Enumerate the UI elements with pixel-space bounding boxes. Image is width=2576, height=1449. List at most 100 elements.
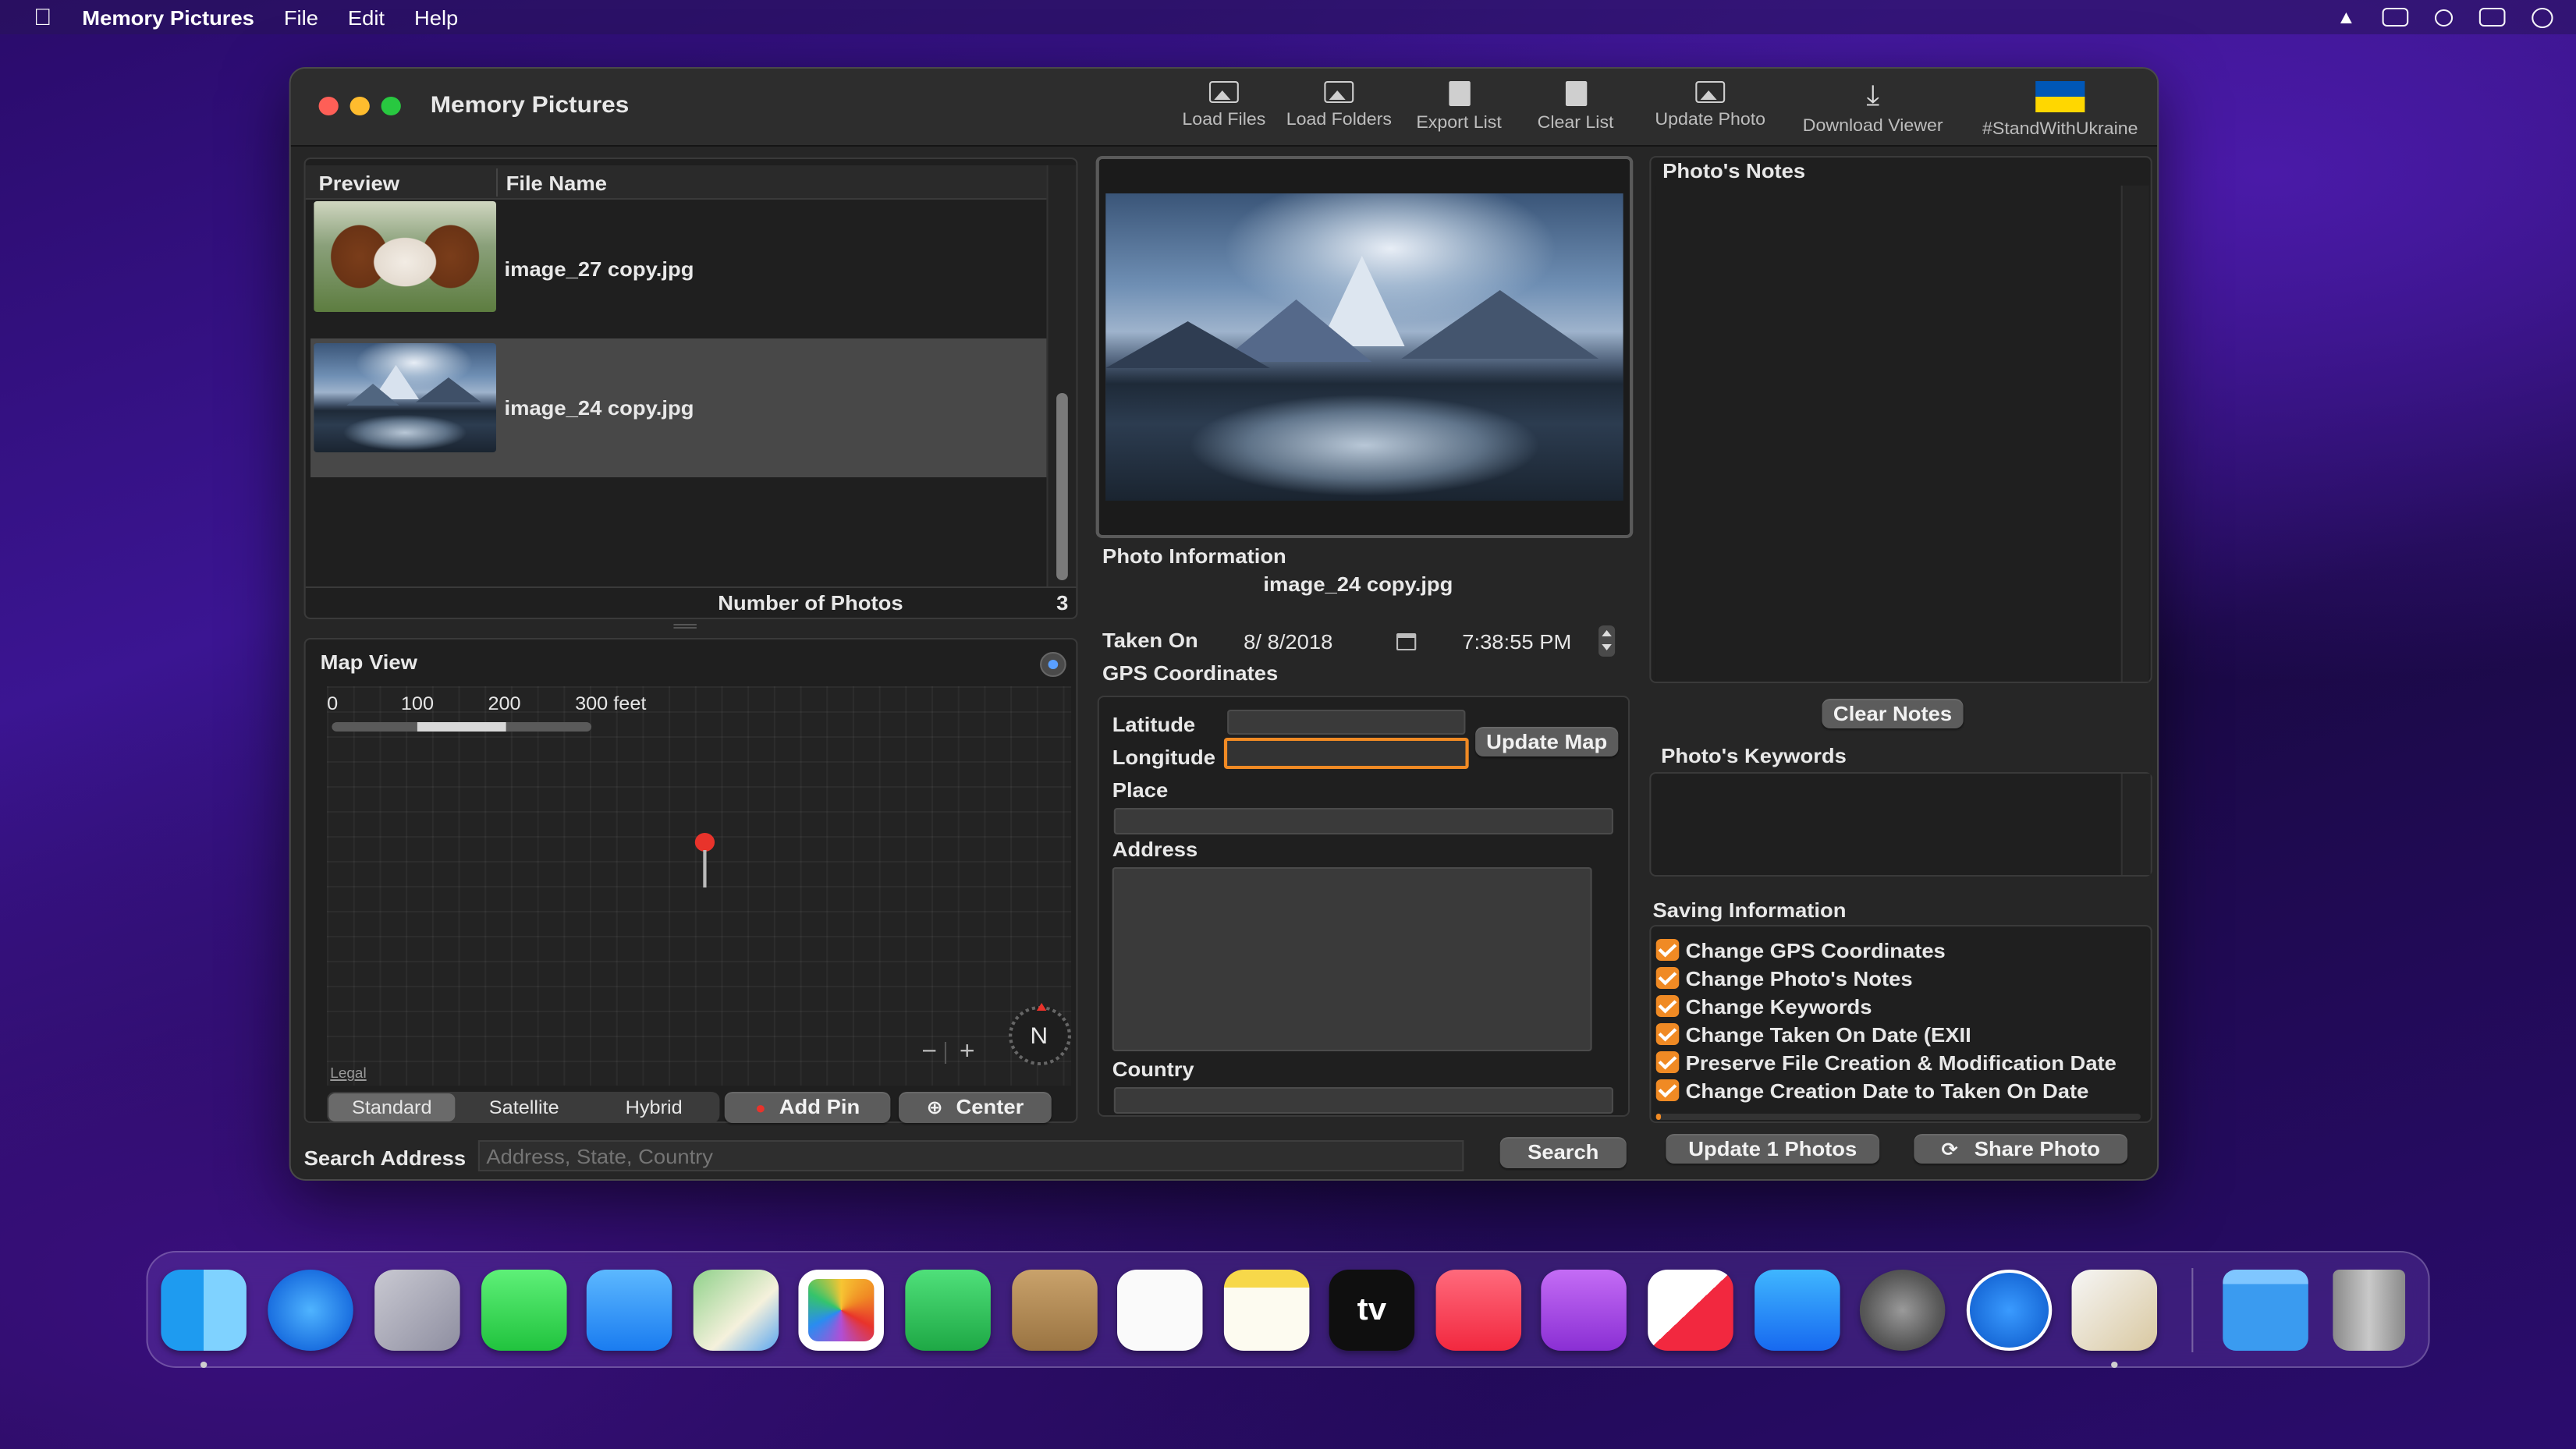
export-list-button[interactable]: Export List <box>1408 81 1510 133</box>
taken-on-time-field[interactable]: 7:38:55 PM <box>1462 630 1571 654</box>
map-mode-standard[interactable]: Standard <box>328 1093 456 1121</box>
center-button[interactable]: ⊕ Center <box>898 1092 1052 1123</box>
contacts-icon[interactable] <box>1012 1270 1098 1351</box>
preview-column-header[interactable]: Preview <box>319 172 400 195</box>
update-image-icon <box>1695 81 1726 103</box>
reminders-icon[interactable] <box>1117 1270 1203 1351</box>
latitude-field[interactable] <box>1227 710 1466 735</box>
notes-icon[interactable] <box>1223 1270 1310 1351</box>
system-preferences-icon[interactable] <box>1859 1270 1946 1351</box>
option-preserve-dates[interactable]: Preserve File Creation & Modification Da… <box>1655 1051 2141 1079</box>
clear-notes-button[interactable]: Clear Notes <box>1822 699 1964 728</box>
update-photos-button[interactable]: Update 1 Photos <box>1666 1134 1880 1164</box>
checkbox[interactable] <box>1655 1023 1680 1045</box>
checkbox[interactable] <box>1655 995 1680 1017</box>
facetime-icon[interactable] <box>905 1270 991 1351</box>
memory-pictures-icon[interactable] <box>1966 1270 2053 1351</box>
wifi-icon[interactable]: ▲ <box>2336 6 2356 28</box>
option-change-notes[interactable]: Change Photo's Notes <box>1655 967 2141 995</box>
messages-icon[interactable] <box>481 1270 567 1351</box>
clock-icon[interactable] <box>2532 7 2553 27</box>
compass-icon[interactable]: N <box>1009 1003 1072 1065</box>
music-icon[interactable] <box>1435 1270 1522 1351</box>
checkbox[interactable] <box>1655 939 1680 961</box>
scale-tick: 300 feet <box>575 693 647 714</box>
split-view-handle[interactable] <box>673 624 697 629</box>
checkbox[interactable] <box>1655 1051 1680 1073</box>
control-center-icon[interactable] <box>2478 8 2506 27</box>
time-stepper[interactable] <box>1598 625 1616 657</box>
address-field[interactable] <box>1112 867 1592 1051</box>
option-change-keywords[interactable]: Change Keywords <box>1655 995 2141 1023</box>
photo-keywords-title: Photo's Keywords <box>1661 744 1847 767</box>
photo-keywords-field[interactable] <box>1649 772 2152 877</box>
photo-preview-well[interactable] <box>1095 156 1634 538</box>
stand-with-ukraine-button[interactable]: #StandWithUkraine <box>1975 81 2145 139</box>
update-map-button[interactable]: Update Map <box>1475 727 1619 756</box>
taken-on-date-field[interactable]: 8/ 8/2018 <box>1244 630 1332 654</box>
launchpad-icon[interactable] <box>374 1270 460 1351</box>
share-icon: ⟳ <box>1941 1139 1958 1160</box>
apple-menu-icon[interactable]:  <box>30 4 56 30</box>
load-folders-button[interactable]: Load Folders <box>1282 81 1396 129</box>
spotlight-search-icon[interactable] <box>2434 9 2454 26</box>
photo-notes-textarea[interactable] <box>1655 186 2121 682</box>
legal-link[interactable]: Legal <box>330 1065 366 1081</box>
menu-app-name[interactable]: Memory Pictures <box>82 5 254 29</box>
tv-icon[interactable]: tv <box>1329 1270 1415 1351</box>
finder-icon[interactable] <box>161 1270 247 1351</box>
preview-icon[interactable] <box>2071 1270 2158 1351</box>
update-photo-button[interactable]: Update Photo <box>1646 81 1774 129</box>
folder-icon[interactable] <box>2223 1270 2308 1351</box>
photos-icon[interactable] <box>798 1270 884 1351</box>
option-change-gps[interactable]: Change GPS Coordinates <box>1655 939 2141 967</box>
map-type-segmented-control[interactable]: Standard Satellite Hybrid <box>327 1092 720 1123</box>
list-scrollbar-track[interactable] <box>1046 165 1077 586</box>
menu-help[interactable]: Help <box>414 5 458 29</box>
map-pin-icon[interactable] <box>694 833 715 889</box>
app-store-icon[interactable] <box>1755 1270 1840 1351</box>
clear-list-label: Clear List <box>1537 114 1614 133</box>
map-mode-satellite[interactable]: Satellite <box>462 1092 587 1123</box>
photo-notes-panel: Photo's Notes <box>1649 156 2152 683</box>
country-field[interactable] <box>1113 1087 1613 1114</box>
menu-edit[interactable]: Edit <box>348 5 385 29</box>
mail-icon[interactable] <box>586 1270 672 1351</box>
map-mode-hybrid[interactable]: Hybrid <box>590 1092 718 1123</box>
menu-file[interactable]: File <box>284 5 318 29</box>
add-pin-button[interactable]: ● Add Pin <box>724 1092 891 1123</box>
place-field[interactable] <box>1113 808 1613 834</box>
zoom-out-button[interactable]: − <box>921 1039 937 1067</box>
load-files-button[interactable]: Load Files <box>1178 81 1270 129</box>
zoom-in-button[interactable]: + <box>960 1039 975 1067</box>
search-address-input[interactable] <box>477 1140 1464 1171</box>
map-canvas[interactable]: 0 100 200 300 feet − + N Legal <box>327 686 1072 1086</box>
list-scrollbar-thumb[interactable] <box>1056 393 1068 580</box>
news-icon[interactable] <box>1648 1270 1733 1351</box>
table-row[interactable]: image_27 copy.jpg <box>310 200 1046 338</box>
trash-icon[interactable] <box>2333 1270 2406 1351</box>
safari-icon[interactable] <box>268 1270 353 1351</box>
close-window-button[interactable] <box>318 97 339 115</box>
table-row-selected[interactable]: image_24 copy.jpg <box>310 338 1047 477</box>
longitude-field[interactable] <box>1223 738 1469 769</box>
download-viewer-button[interactable]: ⤓ Download Viewer <box>1797 81 1949 136</box>
keywords-scrollbar-track[interactable] <box>2120 774 2151 875</box>
clear-list-button[interactable]: Clear List <box>1531 81 1620 133</box>
maps-icon[interactable] <box>693 1270 779 1351</box>
share-photo-button[interactable]: ⟳ Share Photo <box>1914 1134 2128 1164</box>
minimize-window-button[interactable] <box>349 97 370 115</box>
keyboard-icon[interactable] <box>2382 8 2409 27</box>
option-change-taken-on[interactable]: Change Taken On Date (EXII <box>1655 1023 2141 1051</box>
checkbox[interactable] <box>1655 967 1680 989</box>
file-name-column-header[interactable]: File Name <box>506 172 607 195</box>
option-creation-date[interactable]: Change Creation Date to Taken On Date <box>1655 1079 2141 1107</box>
podcasts-icon[interactable] <box>1541 1270 1627 1351</box>
search-button[interactable]: Search <box>1499 1137 1627 1168</box>
zoom-window-button[interactable] <box>381 97 401 115</box>
calendar-icon[interactable] <box>1396 633 1417 650</box>
notes-scrollbar-track[interactable] <box>2120 186 2149 682</box>
user-location-icon[interactable] <box>1040 652 1066 677</box>
scale-tick: 0 <box>327 693 339 714</box>
checkbox[interactable] <box>1655 1079 1680 1101</box>
